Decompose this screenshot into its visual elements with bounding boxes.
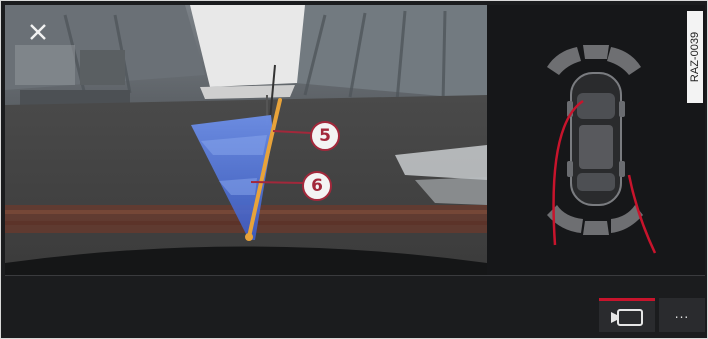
close-button[interactable] bbox=[23, 17, 53, 47]
vehicle-top-view bbox=[547, 45, 657, 254]
camera-image bbox=[5, 5, 487, 275]
rear-camera-icon bbox=[611, 309, 643, 326]
more-icon: ... bbox=[674, 307, 690, 321]
top-down-parking-view: RAZ-0039 bbox=[487, 5, 705, 275]
rear-camera-view: 5 6 bbox=[5, 5, 487, 275]
bottom-control-bar: ... bbox=[5, 275, 705, 334]
callout-6: 6 bbox=[302, 171, 332, 201]
more-options-button[interactable]: ... bbox=[659, 298, 705, 332]
reference-code-label: RAZ-0039 bbox=[687, 11, 703, 103]
camera-mode-button[interactable] bbox=[599, 298, 655, 332]
reference-code-text: RAZ-0039 bbox=[689, 31, 701, 83]
infotainment-screen: 5 6 RAZ-0039 ... bbox=[0, 0, 708, 339]
callout-5: 5 bbox=[310, 121, 340, 151]
close-icon bbox=[30, 24, 46, 40]
